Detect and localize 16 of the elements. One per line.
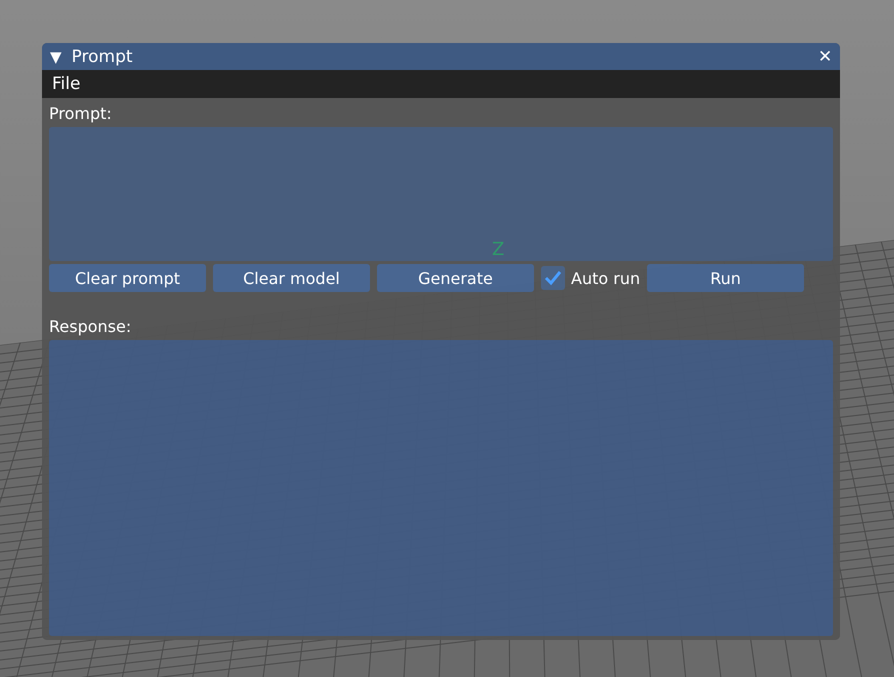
auto-run-checkbox[interactable]: Auto run xyxy=(541,266,640,290)
action-button[interactable]: Clear model xyxy=(213,264,370,292)
menu-item[interactable]: File xyxy=(52,74,80,94)
window-title: Prompt xyxy=(72,46,134,66)
action-button[interactable]: Generate xyxy=(377,264,534,292)
checkbox-label: Auto run xyxy=(571,268,640,288)
action-button[interactable]: Run xyxy=(647,264,804,292)
check-icon xyxy=(544,270,562,286)
close-button[interactable]: ✕ xyxy=(818,46,832,67)
prompt-field[interactable] xyxy=(49,127,833,261)
prompt-label: Prompt: xyxy=(49,104,113,123)
action-button[interactable]: Clear prompt xyxy=(49,264,206,292)
collapse-icon[interactable]: ▼ xyxy=(50,48,62,66)
axis-label: Z xyxy=(492,240,504,260)
checkbox[interactable] xyxy=(541,266,565,290)
response-label: Response: xyxy=(49,317,132,336)
